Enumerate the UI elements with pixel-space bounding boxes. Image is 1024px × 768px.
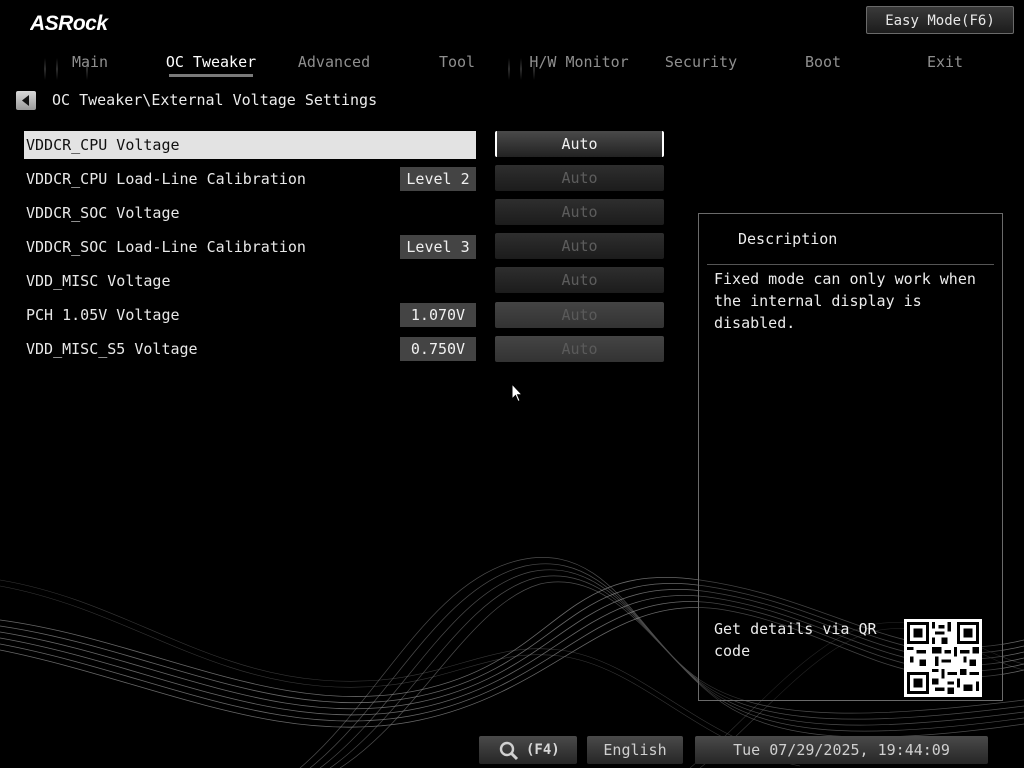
setting-row-vddcr-soc-llc[interactable]: VDDCR_SOC Load-Line Calibration Level 3	[24, 233, 476, 261]
setting-label: PCH 1.05V Voltage	[26, 306, 180, 324]
setting-row-vdd-misc-voltage[interactable]: VDD_MISC Voltage	[24, 267, 476, 295]
description-divider	[707, 264, 994, 265]
tab-advanced[interactable]: Advanced	[284, 50, 384, 78]
easy-mode-button[interactable]: Easy Mode(F6)	[866, 6, 1014, 34]
search-shortcut-key: (F4)	[526, 742, 560, 758]
search-icon	[499, 741, 519, 761]
breadcrumb: OC Tweaker\External Voltage Settings	[52, 91, 378, 109]
vdd-misc-voltage-option: Auto	[495, 267, 664, 293]
description-title: Description	[738, 230, 838, 248]
setting-label: VDDCR_CPU Load-Line Calibration	[26, 170, 306, 188]
tab-hw-monitor[interactable]: H/W Monitor	[523, 50, 635, 78]
pch-105v-voltage-option: Auto	[495, 302, 664, 328]
setting-current-value: Level 3	[400, 235, 476, 259]
qr-code-icon	[904, 619, 982, 697]
vddcr-soc-voltage-option: Auto	[495, 199, 664, 225]
qr-caption: Get details via QR code	[714, 620, 877, 660]
vddcr-cpu-llc-option: Auto	[495, 165, 664, 191]
setting-row-vdd-misc-s5-voltage[interactable]: VDD_MISC_S5 Voltage 0.750V	[24, 335, 476, 363]
svg-text:ASRock: ASRock	[30, 12, 109, 35]
asrock-logo: ASRock	[30, 12, 110, 35]
tab-main[interactable]: Main	[40, 50, 140, 78]
vddcr-cpu-voltage-option[interactable]: Auto	[495, 131, 664, 157]
back-arrow-icon	[22, 95, 29, 106]
tab-tool[interactable]: Tool	[407, 50, 507, 78]
top-tab-bar: Main OC Tweaker Advanced Tool H/W Monito…	[30, 50, 1020, 80]
setting-row-pch-105v-voltage[interactable]: PCH 1.05V Voltage 1.070V	[24, 301, 476, 329]
back-button[interactable]	[16, 91, 36, 110]
description-panel: Description Fixed mode can only work whe…	[698, 213, 1003, 701]
setting-row-vddcr-cpu-voltage[interactable]: VDDCR_CPU Voltage	[24, 131, 476, 159]
language-button[interactable]: English	[587, 736, 683, 764]
setting-row-vddcr-soc-voltage[interactable]: VDDCR_SOC Voltage	[24, 199, 476, 227]
tab-boot[interactable]: Boot	[773, 50, 873, 78]
mouse-cursor-icon	[511, 383, 523, 403]
vddcr-soc-llc-option: Auto	[495, 233, 664, 259]
tab-security[interactable]: Security	[651, 50, 751, 78]
setting-label: VDD_MISC_S5 Voltage	[26, 340, 198, 358]
date-time-display: Tue 07/29/2025, 19:44:09	[695, 736, 988, 764]
setting-current-value: 0.750V	[400, 337, 476, 361]
search-button[interactable]: (F4)	[479, 736, 577, 764]
setting-row-vddcr-cpu-llc[interactable]: VDDCR_CPU Load-Line Calibration Level 2	[24, 165, 476, 193]
description-text: Fixed mode can only work when the intern…	[714, 270, 976, 332]
tab-oc-tweaker[interactable]: OC Tweaker	[161, 50, 261, 78]
vdd-misc-s5-voltage-option: Auto	[495, 336, 664, 362]
setting-label: VDDCR_SOC Voltage	[26, 204, 180, 222]
setting-label: VDD_MISC Voltage	[26, 272, 171, 290]
setting-current-value: 1.070V	[400, 303, 476, 327]
setting-label: VDDCR_SOC Load-Line Calibration	[26, 238, 306, 256]
setting-label: VDDCR_CPU Voltage	[26, 136, 180, 154]
tab-exit[interactable]: Exit	[895, 50, 995, 78]
setting-current-value: Level 2	[400, 167, 476, 191]
